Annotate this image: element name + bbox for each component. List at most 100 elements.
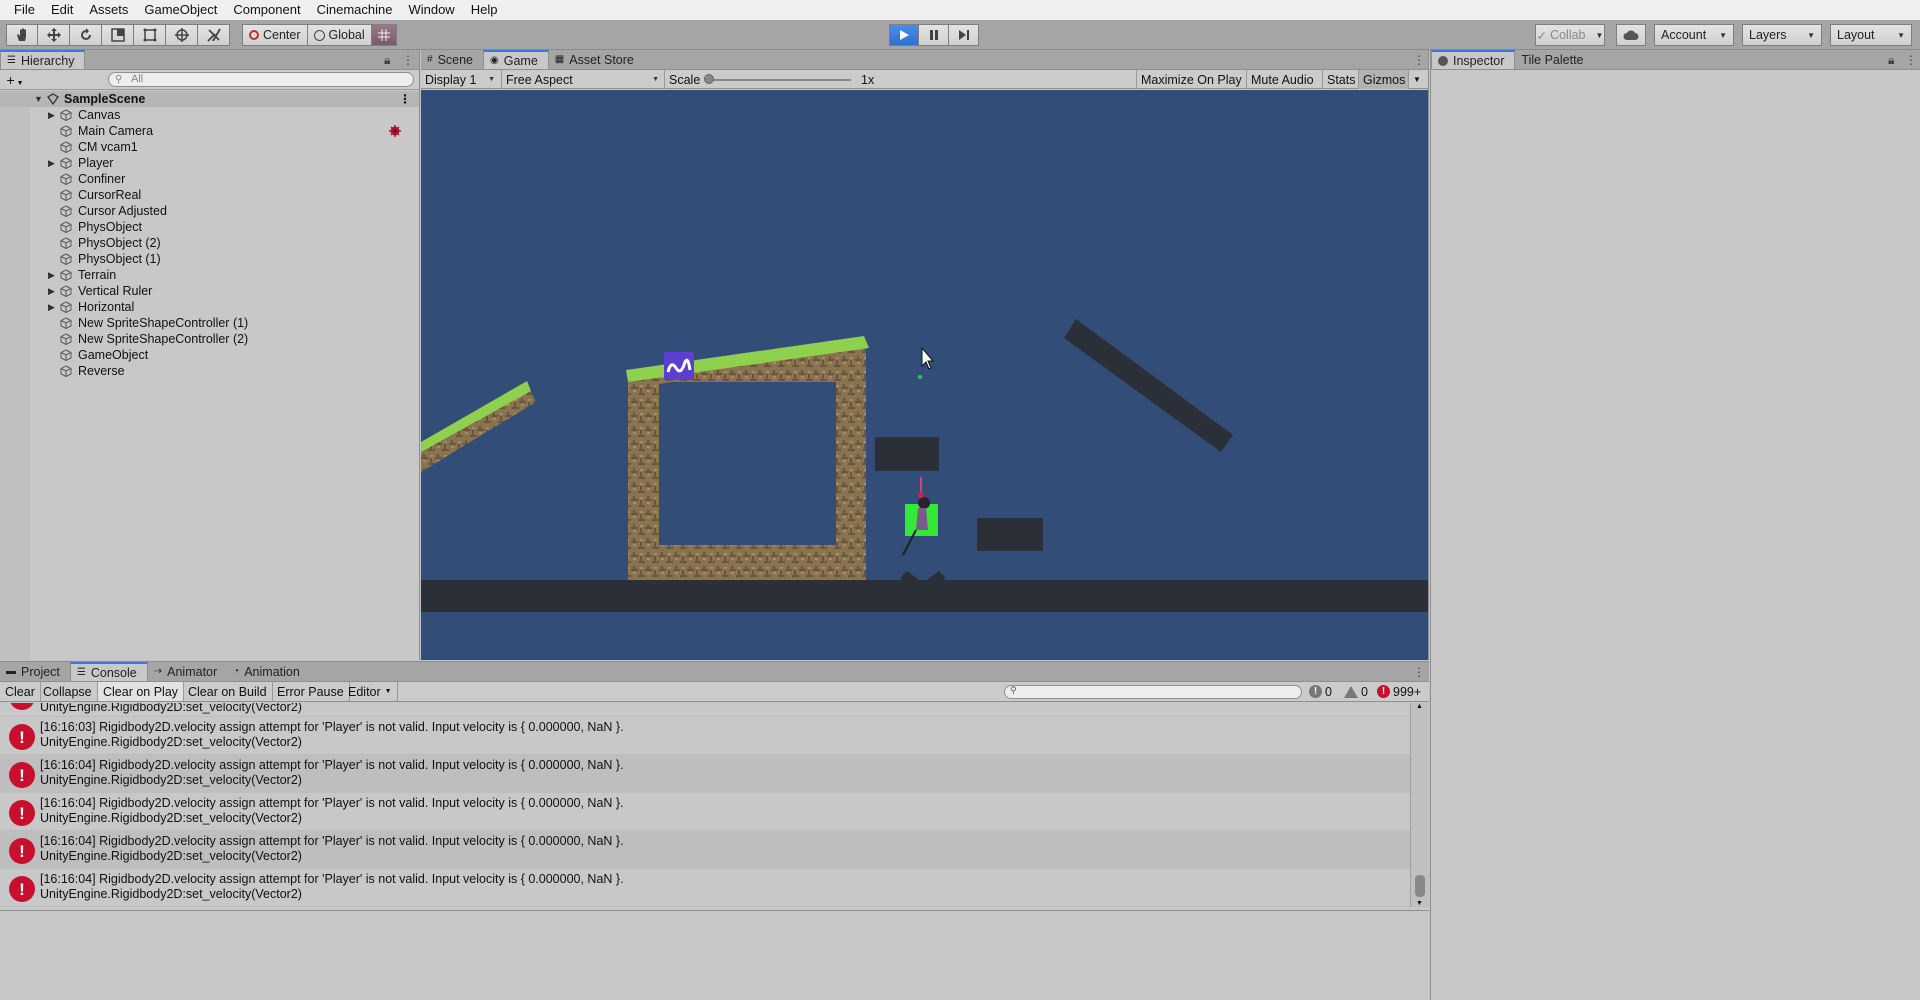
menu-edit[interactable]: Edit <box>43 0 81 20</box>
tab-project[interactable]: ▬ Project <box>0 662 70 681</box>
error-pause-button[interactable]: Error Pause <box>272 682 350 701</box>
hierarchy-item[interactable]: New SpriteShapeController (1) <box>0 315 419 331</box>
log-entry[interactable]: ! [16:16:04] Rigidbody2D.velocity assign … <box>0 869 1410 907</box>
hierarchy-item[interactable]: ▶ Player <box>0 155 419 171</box>
inspector-menu-icon[interactable]: ⋮ <box>1905 53 1917 67</box>
hierarchy-item[interactable]: Confiner <box>0 171 419 187</box>
gizmos-dropdown[interactable]: ▼ <box>1408 70 1425 89</box>
editor-dropdown[interactable]: Editor <box>343 682 398 701</box>
transform-tool-button[interactable] <box>166 24 198 46</box>
hierarchy-item[interactable]: CursorReal <box>0 187 419 203</box>
hierarchy-item[interactable]: Cursor Adjusted <box>0 203 419 219</box>
pivot-rotation-button[interactable]: Global <box>307 24 372 46</box>
aspect-dropdown[interactable]: Free Aspect <box>501 70 663 89</box>
hierarchy-item[interactable]: ▶ Vertical Ruler <box>0 283 419 299</box>
tab-animation[interactable]: ◔ Animation <box>227 662 310 681</box>
hierarchy-item[interactable]: Reverse <box>0 363 419 379</box>
hierarchy-search-input[interactable]: ⚲ All <box>108 72 414 87</box>
clear-button[interactable]: Clear <box>0 682 41 701</box>
expand-arrow-icon[interactable]: ▼ <box>34 94 43 104</box>
scene-menu-icon[interactable]: ⋮ <box>399 92 411 106</box>
layers-dropdown[interactable]: Layers <box>1742 24 1822 46</box>
log-entry[interactable]: ! [16:16:04] Rigidbody2D.velocity assign … <box>0 755 1410 793</box>
menu-assets[interactable]: Assets <box>81 0 136 20</box>
custom-tool-button[interactable] <box>198 24 230 46</box>
inspector-lock-icon[interactable]: 🔒︎ <box>1888 53 1894 68</box>
scale-slider-handle[interactable] <box>704 74 714 84</box>
lock-icon[interactable]: 🔒︎ <box>384 53 390 68</box>
collab-button[interactable]: ✓ Collab <box>1535 24 1605 46</box>
menu-file[interactable]: File <box>6 0 43 20</box>
hierarchy-item[interactable]: PhysObject <box>0 219 419 235</box>
hierarchy-item[interactable]: CM vcam1 <box>0 139 419 155</box>
clear-on-build-button[interactable]: Clear on Build <box>183 682 273 701</box>
warning-count-toggle[interactable]: 0 <box>1344 682 1368 701</box>
log-message: [16:16:03] Rigidbody2D.velocity assign a… <box>40 720 624 750</box>
expand-arrow-icon[interactable]: ▶ <box>48 110 55 121</box>
clear-on-play-button[interactable]: Clear on Play <box>98 682 185 701</box>
stats-button[interactable]: Stats <box>1322 70 1360 89</box>
rotate-tool-button[interactable] <box>70 24 102 46</box>
move-tool-button[interactable] <box>38 24 70 46</box>
hierarchy-item[interactable]: PhysObject (1) <box>0 251 419 267</box>
expand-arrow-icon[interactable]: ▶ <box>48 158 55 169</box>
tab-hierarchy[interactable]: ☰ Hierarchy <box>0 50 86 69</box>
step-button[interactable] <box>949 24 979 46</box>
log-entry[interactable]: ! [16:16:03] Rigidbody2D.velocity assign … <box>0 717 1410 755</box>
tab-scene[interactable]: # Scene <box>421 50 483 69</box>
expand-arrow-icon[interactable]: ▶ <box>48 286 55 297</box>
hierarchy-item[interactable]: GameObject <box>0 347 419 363</box>
game-canvas[interactable] <box>421 90 1428 660</box>
hierarchy-item[interactable]: ▶ Horizontal <box>0 299 419 315</box>
layout-dropdown[interactable]: Layout <box>1830 24 1912 46</box>
log-entry-partial[interactable]: ! UnityEngine.Rigidbody2D:set_velocity(V… <box>0 703 1410 717</box>
scroll-down-icon[interactable]: ▼ <box>1416 900 1423 907</box>
panel-menu-icon[interactable]: ⋮ <box>402 53 414 67</box>
hierarchy-item[interactable]: PhysObject (2) <box>0 235 419 251</box>
tab-game[interactable]: ◉ Game <box>483 50 549 69</box>
hand-tool-button[interactable] <box>6 24 38 46</box>
scale-slider[interactable] <box>705 79 851 81</box>
menu-cinemachine[interactable]: Cinemachine <box>309 0 401 20</box>
hierarchy-item[interactable]: New SpriteShapeController (2) <box>0 331 419 347</box>
scale-tool-button[interactable] <box>102 24 134 46</box>
display-dropdown[interactable]: Display 1 <box>421 70 499 89</box>
mute-audio-button[interactable]: Mute Audio <box>1246 70 1318 89</box>
gameview-menu-icon[interactable]: ⋮ <box>1413 53 1425 67</box>
log-entry[interactable]: ! [16:16:04] Rigidbody2D.velocity assign … <box>0 793 1410 831</box>
menu-window[interactable]: Window <box>400 0 462 20</box>
tab-animator[interactable]: ⇢ Animator <box>148 662 227 681</box>
log-entry[interactable]: ! [16:16:04] Rigidbody2D.velocity assign … <box>0 831 1410 869</box>
play-button[interactable] <box>889 24 919 46</box>
console-scrollbar[interactable]: ▲ ▼ <box>1410 703 1429 907</box>
hierarchy-item[interactable]: ▶ Terrain <box>0 267 419 283</box>
error-count-toggle[interactable]: ! 999+ <box>1377 682 1421 701</box>
grid-snap-button[interactable] <box>371 24 397 46</box>
menu-component[interactable]: Component <box>225 0 308 20</box>
gizmos-button[interactable]: Gizmos <box>1358 70 1410 89</box>
menu-gameobject[interactable]: GameObject <box>136 0 225 20</box>
cloud-button[interactable] <box>1616 24 1646 46</box>
rect-tool-button[interactable] <box>134 24 166 46</box>
scene-row[interactable]: ▼ SampleScene ⋮ <box>0 91 419 107</box>
maximize-on-play-button[interactable]: Maximize On Play <box>1136 70 1246 89</box>
create-button[interactable]: + ▼ <box>0 72 30 88</box>
expand-arrow-icon[interactable]: ▶ <box>48 270 55 281</box>
tab-inspector[interactable]: Inspector <box>1431 50 1516 69</box>
collapse-button[interactable]: Collapse <box>38 682 98 701</box>
info-count-toggle[interactable]: ! 0 <box>1309 682 1332 701</box>
hierarchy-item[interactable]: Main Camera <box>0 123 419 139</box>
console-search-input[interactable]: ⚲ <box>1004 685 1302 699</box>
tab-tile-palette[interactable]: Tile Palette <box>1515 50 1593 69</box>
tab-console[interactable]: ☰ Console <box>69 662 148 681</box>
tab-asset-store[interactable]: ▦ Asset Store <box>549 50 644 69</box>
scrollbar-thumb[interactable] <box>1415 875 1425 897</box>
account-dropdown[interactable]: Account <box>1654 24 1734 46</box>
pivot-mode-button[interactable]: Center <box>242 24 308 46</box>
hierarchy-item[interactable]: ▶ Canvas <box>0 107 419 123</box>
scroll-up-icon[interactable]: ▲ <box>1416 703 1423 710</box>
expand-arrow-icon[interactable]: ▶ <box>48 302 55 313</box>
pause-button[interactable] <box>919 24 949 46</box>
menu-help[interactable]: Help <box>463 0 506 20</box>
console-menu-icon[interactable]: ⋮ <box>1413 665 1425 679</box>
